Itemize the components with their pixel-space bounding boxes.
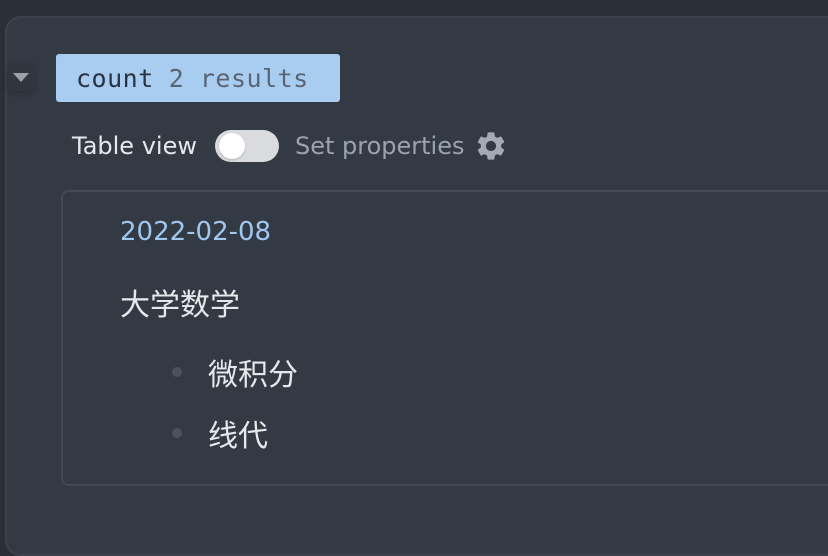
list-item-text: 微积分 (208, 358, 298, 393)
list-item-text: 线代 (208, 419, 268, 454)
gear-icon[interactable] (474, 129, 508, 163)
list-item: 线代 (172, 413, 268, 454)
table-view-toggle[interactable] (214, 130, 279, 162)
bullet-icon[interactable] (172, 428, 182, 438)
query-chip[interactable]: count 2 results (56, 54, 340, 102)
collapse-toggle[interactable] (8, 63, 34, 91)
result-date-link[interactable]: 2022-02-08 (120, 217, 271, 247)
table-view-label: Table view (72, 132, 197, 160)
list-item: 微积分 (172, 352, 298, 393)
bullet-icon[interactable] (172, 367, 182, 377)
result-heading: 大学数学 (120, 288, 240, 323)
toggle-knob (218, 133, 245, 159)
query-result-count: 2 results (168, 63, 309, 93)
set-properties-button[interactable]: Set properties (295, 132, 465, 160)
query-controls: Table view Set properties (72, 126, 508, 166)
chevron-down-icon (13, 72, 29, 82)
query-keyword: count (76, 63, 154, 93)
